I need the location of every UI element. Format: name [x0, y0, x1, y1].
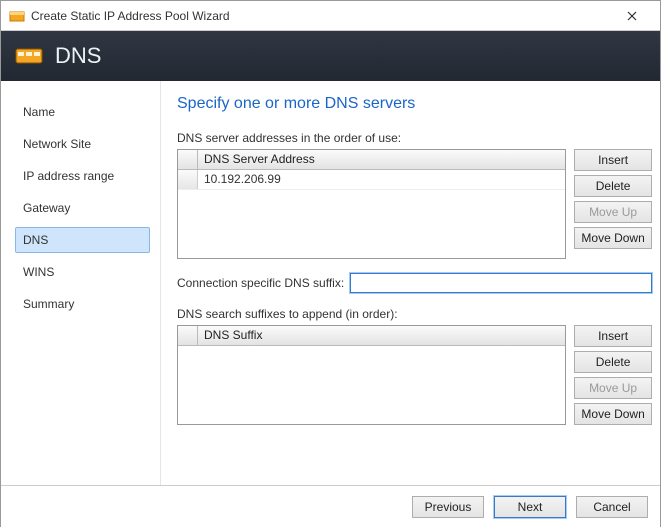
sidebar-item-name[interactable]: Name	[15, 99, 150, 125]
table-row[interactable]: 10.192.206.99	[178, 170, 565, 190]
servers-moveup-button: Move Up	[574, 201, 652, 223]
grid-header: DNS Server Address	[178, 150, 565, 170]
wizard-icon	[9, 8, 25, 24]
search-delete-button[interactable]: Delete	[574, 351, 652, 373]
footer: Previous Next Cancel	[1, 485, 660, 527]
cancel-button[interactable]: Cancel	[576, 496, 648, 518]
header-title: DNS	[55, 43, 101, 69]
sidebar-item-ip-range[interactable]: IP address range	[15, 163, 150, 189]
previous-button[interactable]: Previous	[412, 496, 484, 518]
row-header[interactable]	[178, 170, 198, 189]
row-header-corner	[178, 150, 198, 169]
page-title: Specify one or more DNS servers	[177, 95, 652, 113]
sidebar-item-summary[interactable]: Summary	[15, 291, 150, 317]
sidebar-item-wins[interactable]: WINS	[15, 259, 150, 285]
dns-servers-grid[interactable]: DNS Server Address 10.192.206.99	[177, 149, 566, 259]
search-label: DNS search suffixes to append (in order)…	[177, 307, 652, 321]
window-title: Create Static IP Address Pool Wizard	[31, 9, 612, 23]
header-band: DNS	[1, 31, 660, 81]
search-button-column: Insert Delete Move Up Move Down	[574, 325, 652, 425]
search-insert-button[interactable]: Insert	[574, 325, 652, 347]
sidebar-item-gateway[interactable]: Gateway	[15, 195, 150, 221]
grid-header: DNS Suffix	[178, 326, 565, 346]
dns-icon	[15, 45, 43, 67]
content-panel: Specify one or more DNS servers DNS serv…	[161, 81, 660, 485]
servers-insert-button[interactable]: Insert	[574, 149, 652, 171]
search-moveup-button: Move Up	[574, 377, 652, 399]
titlebar: Create Static IP Address Pool Wizard	[1, 1, 660, 31]
search-movedown-button[interactable]: Move Down	[574, 403, 652, 425]
next-button[interactable]: Next	[494, 496, 566, 518]
search-col-header[interactable]: DNS Suffix	[198, 326, 565, 345]
sidebar-item-network-site[interactable]: Network Site	[15, 131, 150, 157]
row-header-corner	[178, 326, 198, 345]
close-button[interactable]	[612, 2, 652, 30]
server-cell[interactable]: 10.192.206.99	[198, 170, 565, 189]
wizard-sidebar: Name Network Site IP address range Gatew…	[1, 81, 161, 485]
servers-movedown-button[interactable]: Move Down	[574, 227, 652, 249]
servers-label: DNS server addresses in the order of use…	[177, 131, 652, 145]
sidebar-item-dns[interactable]: DNS	[15, 227, 150, 253]
suffix-label: Connection specific DNS suffix:	[177, 276, 344, 290]
dns-search-grid[interactable]: DNS Suffix	[177, 325, 566, 425]
servers-delete-button[interactable]: Delete	[574, 175, 652, 197]
servers-col-header[interactable]: DNS Server Address	[198, 150, 565, 169]
servers-button-column: Insert Delete Move Up Move Down	[574, 149, 652, 259]
suffix-input[interactable]	[350, 273, 652, 293]
